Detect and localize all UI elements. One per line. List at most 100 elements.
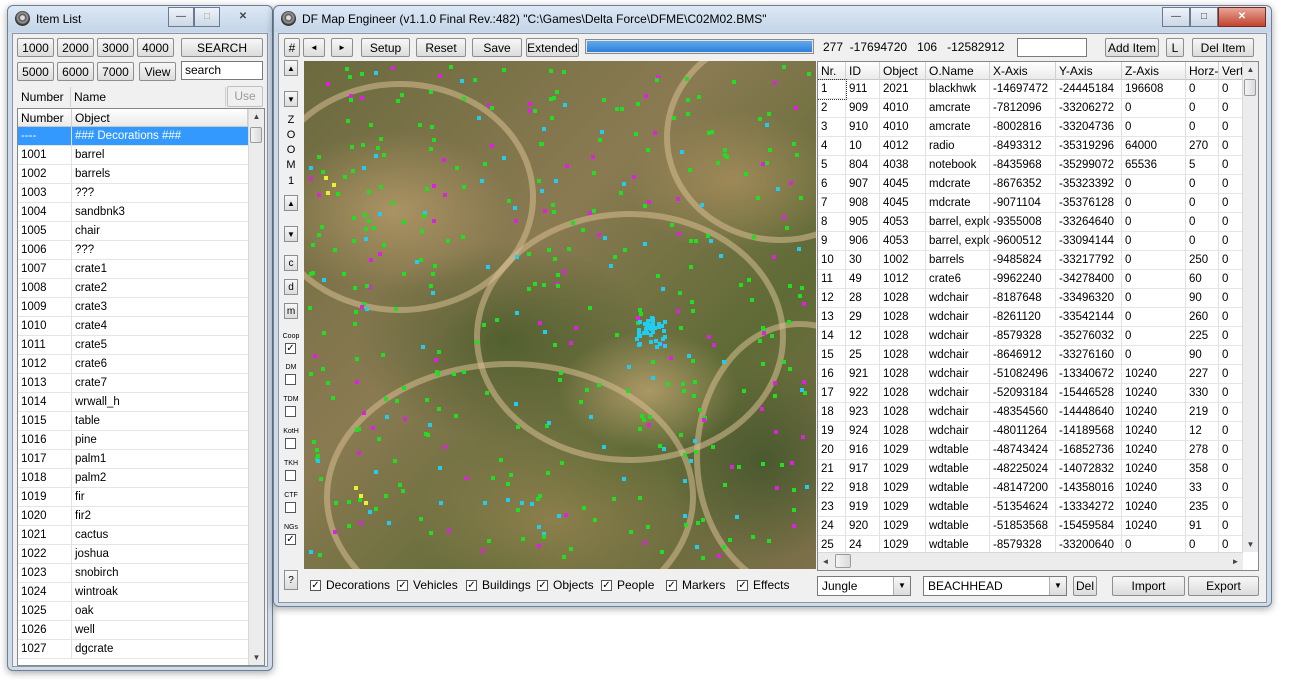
scroll-down-icon[interactable]: ▼ [249,650,264,665]
map-marker[interactable] [311,243,315,247]
map-marker[interactable] [540,189,544,193]
map-marker[interactable] [550,116,554,120]
map-marker[interactable] [515,311,519,315]
map-marker[interactable] [452,372,456,376]
map-marker[interactable] [694,239,698,243]
map-marker[interactable] [647,200,651,204]
map-marker[interactable] [691,359,695,363]
map-marker[interactable] [589,415,593,419]
filter-checkbox[interactable]: ✓ [310,580,321,591]
filter-checkbox[interactable]: ✓ [737,580,748,591]
map-marker[interactable] [585,388,589,392]
map-marker[interactable] [528,109,532,113]
map-marker[interactable] [502,68,506,72]
map-marker[interactable] [398,483,402,487]
map-marker[interactable] [581,228,585,232]
number-range-button[interactable]: 1000 [17,38,54,57]
map-marker[interactable] [792,524,796,528]
map-marker[interactable] [382,243,386,247]
add-item-input[interactable] [1017,38,1087,57]
map-marker[interactable] [756,196,760,200]
c-button[interactable]: c [284,255,298,271]
map-marker[interactable] [362,166,366,170]
map-marker[interactable] [780,463,784,467]
map-marker[interactable] [747,278,751,282]
map-marker[interactable] [651,317,655,321]
map-marker[interactable] [371,426,375,430]
map-marker[interactable] [656,274,660,278]
map-marker[interactable] [565,164,569,168]
zoom-up-button[interactable]: ▲ [284,60,298,76]
map-marker[interactable] [644,94,648,98]
prev-button[interactable]: ◄ [303,38,325,57]
map-marker[interactable] [554,179,558,183]
map-marker[interactable] [495,318,499,322]
table-row[interactable]: 1 911 2021 blackhwk -14697472 -24445184 196608… [818,79,1243,100]
map-marker[interactable] [346,119,350,123]
item-list[interactable]: Number Object ---- ### Decorations ### 100… [17,108,265,666]
map-marker[interactable] [805,485,809,489]
map-marker[interactable] [520,501,524,505]
map-marker[interactable] [367,219,371,223]
map-marker[interactable] [549,97,553,101]
table-row[interactable]: 21 917 1029 wdtable -48225024 -14072832 10240 3… [818,460,1243,479]
scroll-right-icon[interactable]: ► [1228,554,1243,569]
map-marker[interactable] [687,354,691,358]
map-marker[interactable] [364,501,368,505]
map-marker[interactable] [800,286,804,290]
list-item[interactable]: 1023 snobirch [18,564,249,583]
map-marker[interactable] [770,334,774,338]
map-marker[interactable] [527,287,531,291]
save-button[interactable]: Save [472,38,522,57]
table-row[interactable]: 16 921 1028 wdchair -51082496 -13340672 10240 2… [818,365,1243,384]
map-marker[interactable] [360,72,364,76]
map-marker[interactable] [560,461,564,465]
map-marker[interactable] [481,549,485,553]
map-marker[interactable] [691,309,695,313]
map-marker[interactable] [342,272,346,276]
map-marker[interactable] [798,294,802,298]
map-marker[interactable] [728,538,732,542]
list-item[interactable]: 1019 fir [18,488,249,507]
map-marker[interactable] [662,447,666,451]
map-marker[interactable] [696,521,700,525]
map-marker[interactable] [591,155,595,159]
map-marker[interactable] [694,450,698,454]
list-item[interactable]: 1025 oak [18,602,249,621]
maximize-icon[interactable]: □ [1190,7,1218,27]
map-marker[interactable] [775,486,779,490]
map-marker[interactable] [655,345,659,349]
map-marker[interactable] [477,116,481,120]
map-marker[interactable] [521,537,525,541]
map-marker[interactable] [556,284,560,288]
number-range-button[interactable]: 7000 [97,62,134,81]
map-marker[interactable] [425,398,429,402]
map-marker[interactable] [432,219,436,223]
game-mode-checkbox[interactable] [285,374,296,385]
map-marker[interactable] [655,78,659,82]
map-marker[interactable] [354,310,358,314]
map-marker[interactable] [506,498,510,502]
map-marker[interactable] [379,185,383,189]
map-marker[interactable] [693,439,697,443]
map-marker[interactable] [538,494,542,498]
map-marker[interactable] [636,102,640,106]
map-marker[interactable] [661,287,665,291]
map-marker[interactable] [422,214,426,218]
map-marker[interactable] [322,278,326,282]
map-marker[interactable] [465,476,469,480]
map-marker[interactable] [792,508,796,512]
map-marker[interactable] [361,143,365,147]
map-marker[interactable] [615,107,619,111]
map-marker[interactable] [430,125,434,129]
top-header-number[interactable]: Number [18,87,71,107]
map-marker[interactable] [653,131,657,135]
map-marker[interactable] [701,556,705,560]
map-marker[interactable] [663,335,667,339]
map-marker[interactable] [774,430,778,434]
table-row[interactable]: 23 919 1029 wdtable -51354624 -13334272 10240 2… [818,498,1243,517]
map-view[interactable] [304,61,816,569]
map-marker[interactable] [597,233,601,237]
map-marker[interactable] [499,458,503,462]
number-range-button[interactable]: 6000 [57,62,94,81]
